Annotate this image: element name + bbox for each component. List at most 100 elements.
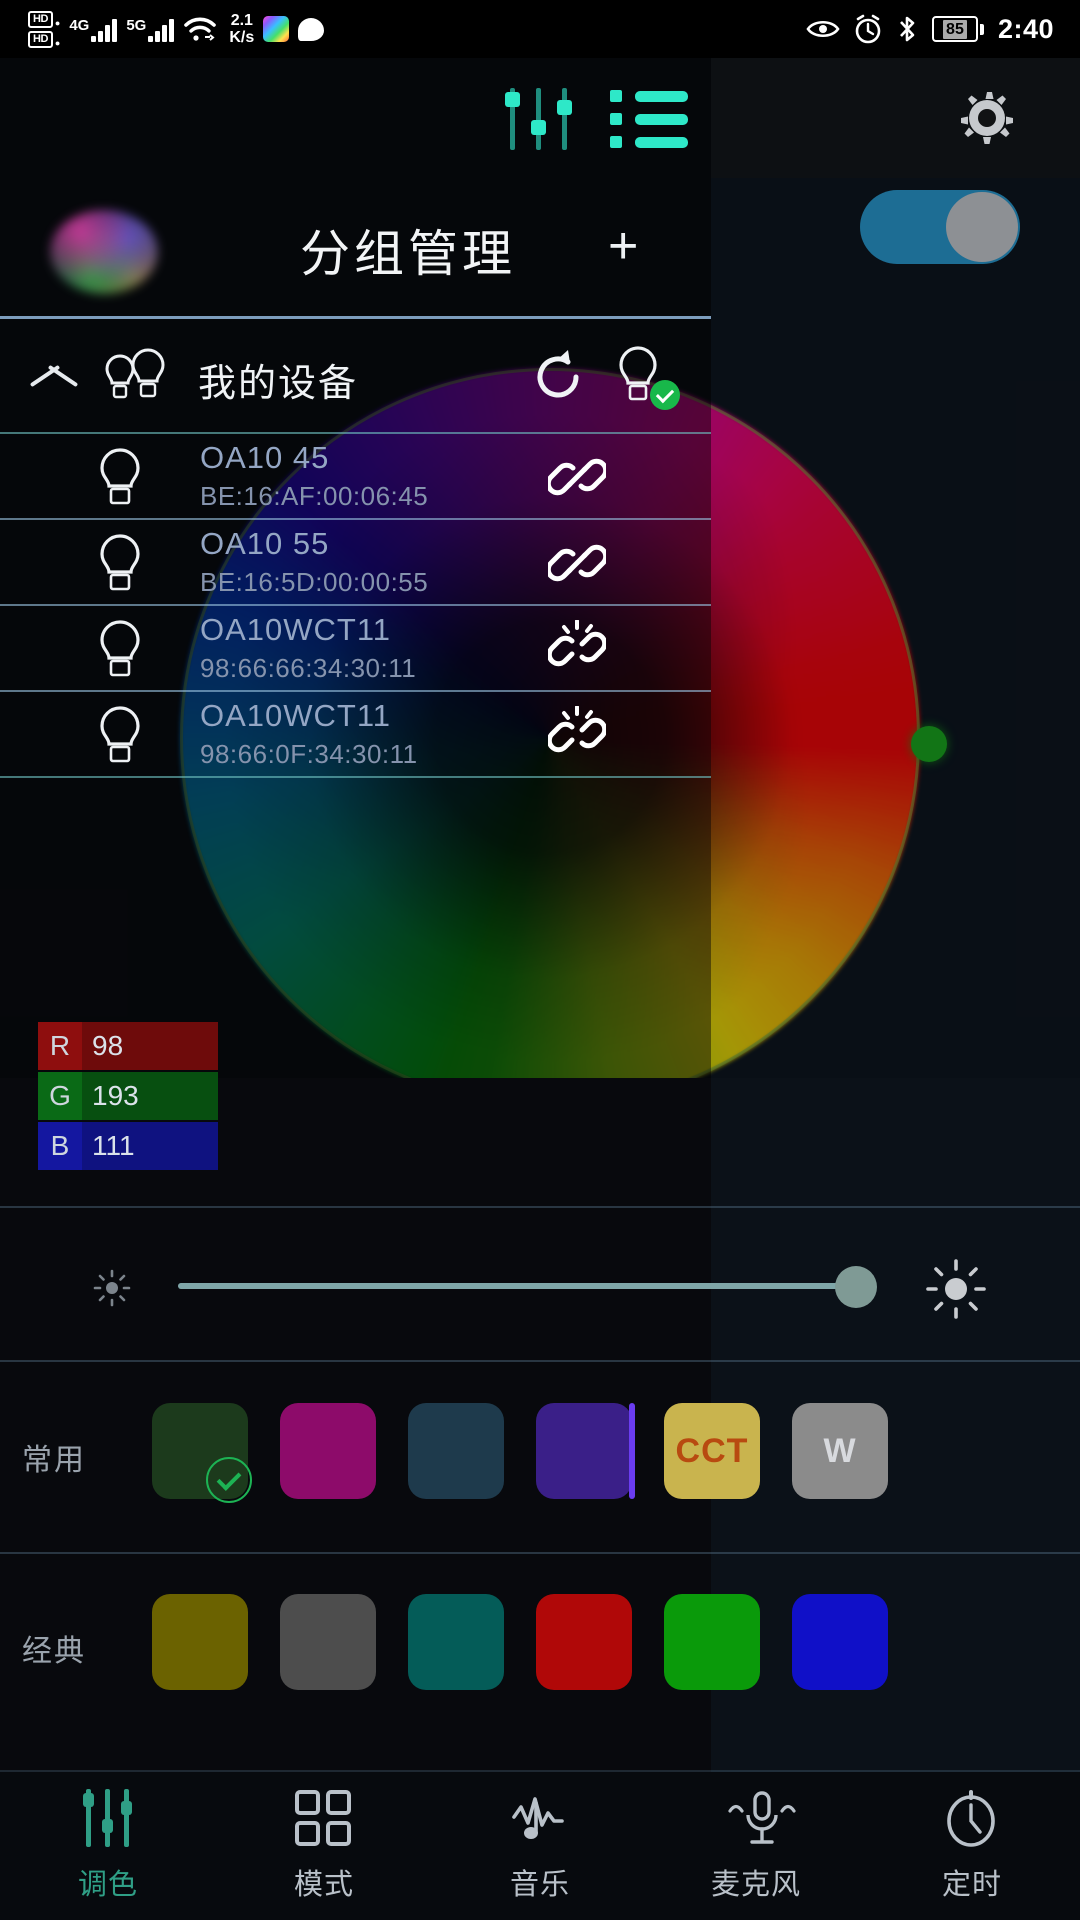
table-row[interactable]: OA10WCT11 98:66:0F:34:30:11 — [0, 692, 711, 776]
mic-icon — [726, 1789, 796, 1847]
power-toggle-knob — [946, 192, 1018, 262]
color-wheel-handle[interactable] — [911, 726, 947, 762]
favorites-swatch-list: CCT W — [152, 1403, 888, 1503]
status-bar-left: HD ● HD ● 4G 5G 2.1 K/s — [28, 0, 325, 58]
bottom-nav-divider — [0, 1770, 1080, 1772]
swatch-blue[interactable] — [792, 1594, 888, 1690]
top-toolbar — [0, 58, 1080, 178]
chevron-up-icon[interactable] — [30, 360, 78, 390]
bulb-check-icon[interactable] — [612, 344, 680, 410]
rgb-value-r: 98 — [82, 1022, 218, 1070]
nav-item-timer[interactable]: 定时 — [864, 1772, 1080, 1920]
swatch-cct-label: CCT — [675, 1431, 749, 1470]
section-divider-brightness-top — [0, 1206, 1080, 1208]
device-mac: 98:66:66:34:30:11 — [200, 653, 417, 683]
device-name: OA10 45 — [200, 440, 330, 475]
device-separator — [0, 776, 711, 778]
device-name: OA10 55 — [200, 526, 330, 561]
hd-badge-2: HD — [28, 30, 53, 48]
sliders-icon[interactable] — [505, 88, 575, 150]
rgb-value-g: 193 — [82, 1072, 218, 1120]
swatch-teal[interactable] — [408, 1594, 504, 1690]
swatch-green[interactable] — [664, 1594, 760, 1690]
bottom-nav: 调色 模式 音乐 麦克风 定时 — [0, 1772, 1080, 1920]
rgb-row-green: G 193 — [38, 1072, 218, 1120]
chat-bubble-icon — [298, 17, 325, 41]
sliders-icon — [78, 1789, 138, 1847]
hd-dot-1: ● — [54, 17, 61, 28]
classic-section: 经典 — [0, 1556, 1080, 1746]
timer-icon — [942, 1789, 1002, 1847]
double-bulb-icon — [105, 348, 165, 399]
signal-4g: 4G — [69, 16, 118, 42]
signal-5g: 5G — [126, 16, 175, 42]
table-row[interactable]: OA10 45 BE:16:AF:00:06:45 — [0, 434, 711, 518]
alarm-icon — [855, 14, 881, 44]
swatch-olive[interactable] — [152, 1594, 248, 1690]
app-root: HD ● HD ● 4G 5G 2.1 K/s 85 2:40 分组管理 + 我… — [0, 0, 1080, 1920]
eye-icon — [806, 20, 840, 38]
brightness-high-icon — [926, 1259, 986, 1319]
check-badge-icon — [650, 380, 680, 410]
classic-swatch-list — [152, 1594, 888, 1690]
rgb-key-b: B — [38, 1122, 82, 1170]
my-devices-label: 我的设备 — [198, 361, 359, 405]
hd-voice-icons: HD ● HD ● — [28, 10, 61, 48]
battery-level: 85 — [943, 19, 967, 39]
bulb-icon — [100, 448, 140, 505]
device-name: OA10WCT11 — [200, 612, 392, 647]
rgb-key-r: R — [38, 1022, 82, 1070]
brightness-section — [0, 1210, 1080, 1370]
bluetooth-icon — [899, 16, 915, 42]
table-row[interactable]: OA10 55 BE:16:5D:00:00:55 — [0, 520, 711, 604]
network-speed: 2.1 K/s — [229, 12, 254, 46]
swatch-green-dark[interactable] — [152, 1403, 252, 1503]
table-row[interactable]: OA10WCT11 98:66:66:34:30:11 — [0, 606, 711, 690]
rgb-readout: R 98 G 193 B 111 — [38, 1022, 218, 1172]
swatch-steel-blue[interactable] — [408, 1403, 504, 1499]
device-mac: 98:66:0F:34:30:11 — [200, 739, 418, 769]
my-devices-header: 我的设备 — [0, 328, 711, 428]
swatch-white-label: W — [823, 1431, 857, 1470]
nav-label-music: 音乐 — [509, 1867, 570, 1901]
network-label-5g: 5G — [126, 17, 147, 34]
list-icon[interactable] — [610, 90, 688, 148]
swatch-red[interactable] — [536, 1594, 632, 1690]
status-bar-clock: 2:40 — [997, 13, 1054, 44]
nav-label-mode: 模式 — [293, 1867, 354, 1901]
network-speed-unit: K/s — [229, 29, 255, 46]
nav-item-color[interactable]: 调色 — [0, 1772, 216, 1920]
link-broken-icon[interactable] — [548, 620, 606, 678]
music-icon — [510, 1789, 570, 1847]
group-header: 分组管理 + — [0, 178, 711, 318]
swatch-violet[interactable] — [536, 1403, 635, 1499]
swatch-gray[interactable] — [280, 1594, 376, 1690]
power-toggle[interactable] — [860, 190, 1020, 264]
color-orb[interactable] — [50, 210, 158, 294]
swatch-magenta[interactable] — [280, 1403, 376, 1499]
status-bar-right: 85 2:40 — [806, 0, 1054, 58]
link-connected-icon[interactable] — [548, 448, 606, 506]
rgb-row-blue: B 111 — [38, 1122, 218, 1170]
status-bar: HD ● HD ● 4G 5G 2.1 K/s 85 2:40 — [0, 0, 1080, 58]
nav-item-microphone[interactable]: 麦克风 — [648, 1772, 864, 1920]
add-group-button[interactable]: + — [608, 216, 638, 276]
nav-label-color: 调色 — [77, 1867, 138, 1901]
hd-dot-2: ● — [54, 37, 61, 48]
link-connected-icon[interactable] — [548, 534, 606, 592]
bulb-icon — [100, 534, 140, 591]
swatch-cct[interactable]: CCT — [664, 1403, 760, 1499]
rgb-row-red: R 98 — [38, 1022, 218, 1070]
brightness-slider-thumb[interactable] — [835, 1266, 877, 1308]
brightness-low-icon — [93, 1269, 131, 1307]
swatch-white[interactable]: W — [792, 1403, 888, 1499]
wifi-icon — [184, 17, 217, 41]
device-name: OA10WCT11 — [200, 698, 392, 733]
link-broken-icon[interactable] — [548, 706, 606, 764]
refresh-icon[interactable] — [528, 346, 588, 408]
gear-icon[interactable] — [955, 86, 1019, 150]
nav-item-mode[interactable]: 模式 — [216, 1772, 432, 1920]
header-divider — [0, 316, 711, 319]
nav-item-music[interactable]: 音乐 — [432, 1772, 648, 1920]
rainbow-app-icon — [263, 16, 290, 42]
